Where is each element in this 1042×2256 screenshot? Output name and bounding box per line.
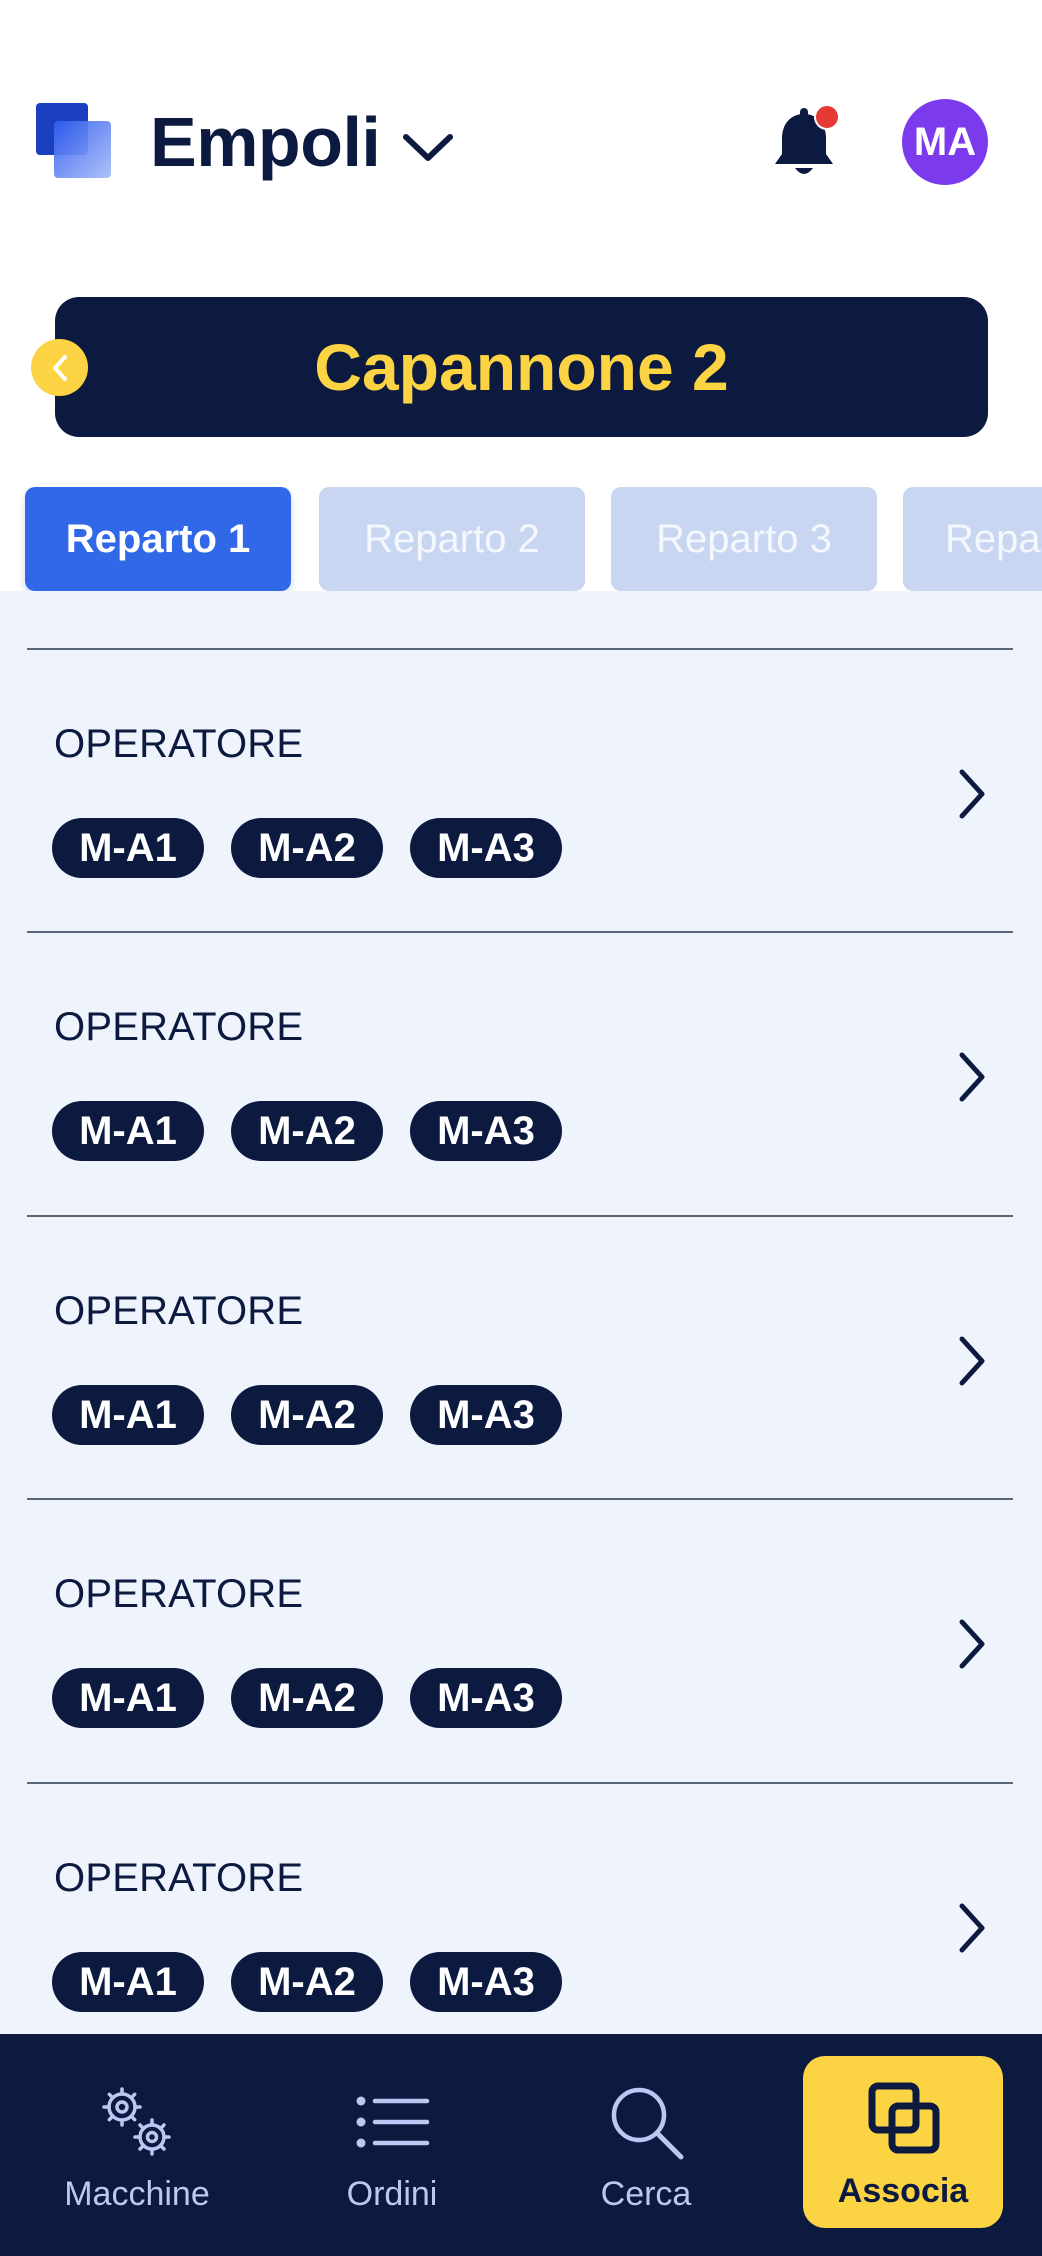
row-label: OPERATORE [54, 1005, 304, 1049]
location-name: Empoli [150, 103, 381, 181]
chevron-left-icon [52, 354, 67, 381]
machine-chips: M-A1 M-A2 M-A3 [52, 818, 562, 878]
machine-chip: M-A1 [52, 1668, 204, 1728]
list-item[interactable]: OPERATORE M-A1 M-A2 M-A3 [27, 650, 1013, 932]
machine-chip: M-A1 [52, 818, 204, 878]
machine-chips: M-A1 M-A2 M-A3 [52, 1385, 562, 1445]
tab-reparto-3[interactable]: Reparto 3 [611, 487, 877, 591]
nav-label: Cerca [600, 2174, 692, 2213]
bottom-navigation: Macchine Ordini Cerca Associa [0, 2034, 1042, 2256]
machine-chips: M-A1 M-A2 M-A3 [52, 1101, 562, 1161]
search-icon [611, 2087, 684, 2159]
machine-chip: M-A3 [410, 1101, 562, 1161]
nav-ordini[interactable]: Ordini [267, 2034, 517, 2256]
chevron-right-icon [959, 1336, 985, 1386]
list-item[interactable]: OPERATORE M-A1 M-A2 M-A3 [27, 933, 1013, 1215]
row-label: OPERATORE [54, 1856, 304, 1900]
chevron-down-icon [403, 134, 454, 161]
machine-chip: M-A2 [231, 1668, 383, 1728]
machine-chip: M-A2 [231, 1385, 383, 1445]
notification-bell-icon[interactable] [770, 104, 842, 182]
row-label: OPERATORE [54, 1289, 304, 1333]
machine-chip: M-A2 [231, 1952, 383, 2012]
tab-reparto-2[interactable]: Reparto 2 [319, 487, 585, 591]
nav-label: Macchine [64, 2174, 210, 2213]
machine-chip: M-A2 [231, 1101, 383, 1161]
department-tabs: Reparto 1 Reparto 2 Reparto 3 Repa [0, 487, 1042, 591]
app-logo [36, 103, 111, 178]
machine-chip: M-A3 [410, 1952, 562, 2012]
app-header: Empoli MA [0, 0, 1042, 290]
machine-chip: M-A3 [410, 818, 562, 878]
row-label: OPERATORE [54, 1572, 304, 1616]
user-avatar[interactable]: MA [902, 99, 988, 185]
chevron-right-icon [959, 1903, 985, 1953]
chevron-right-icon [959, 1052, 985, 1102]
nav-cerca[interactable]: Cerca [521, 2034, 771, 2256]
nav-associa[interactable]: Associa [803, 2056, 1003, 2228]
list-item[interactable]: OPERATORE M-A1 M-A2 M-A3 [27, 1217, 1013, 1499]
operator-list: OPERATORE M-A1 M-A2 M-A3 OPERATORE M-A1 … [0, 591, 1042, 2034]
tab-reparto-1[interactable]: Reparto 1 [25, 487, 291, 591]
associate-icon [868, 2082, 940, 2153]
machine-chip: M-A1 [52, 1385, 204, 1445]
nav-macchine[interactable]: Macchine [12, 2034, 262, 2256]
nav-label: Associa [837, 2171, 969, 2210]
building-title: Capannone 2 [314, 330, 729, 404]
tab-reparto-4[interactable]: Repa [903, 487, 1042, 591]
machine-chip: M-A3 [410, 1385, 562, 1445]
chevron-right-icon [959, 1619, 985, 1669]
machine-chip: M-A1 [52, 1952, 204, 2012]
machine-chips: M-A1 M-A2 M-A3 [52, 1952, 562, 2012]
machine-chips: M-A1 M-A2 M-A3 [52, 1668, 562, 1728]
building-banner: Capannone 2 [55, 297, 988, 437]
chevron-right-icon [959, 769, 985, 819]
back-button[interactable] [31, 339, 88, 396]
machine-chip: M-A1 [52, 1101, 204, 1161]
location-selector[interactable]: Empoli [150, 96, 454, 188]
list-item[interactable]: OPERATORE M-A1 M-A2 M-A3 [27, 1500, 1013, 1782]
list-icon [356, 2096, 430, 2147]
machine-chip: M-A3 [410, 1668, 562, 1728]
notification-dot [814, 104, 840, 130]
logo-square-front [54, 121, 111, 178]
machine-chip: M-A2 [231, 818, 383, 878]
gears-icon [102, 2086, 171, 2156]
list-item[interactable]: OPERATORE M-A1 M-A2 M-A3 [27, 1784, 1013, 2034]
row-label: OPERATORE [54, 722, 304, 766]
nav-label: Ordini [346, 2174, 438, 2213]
